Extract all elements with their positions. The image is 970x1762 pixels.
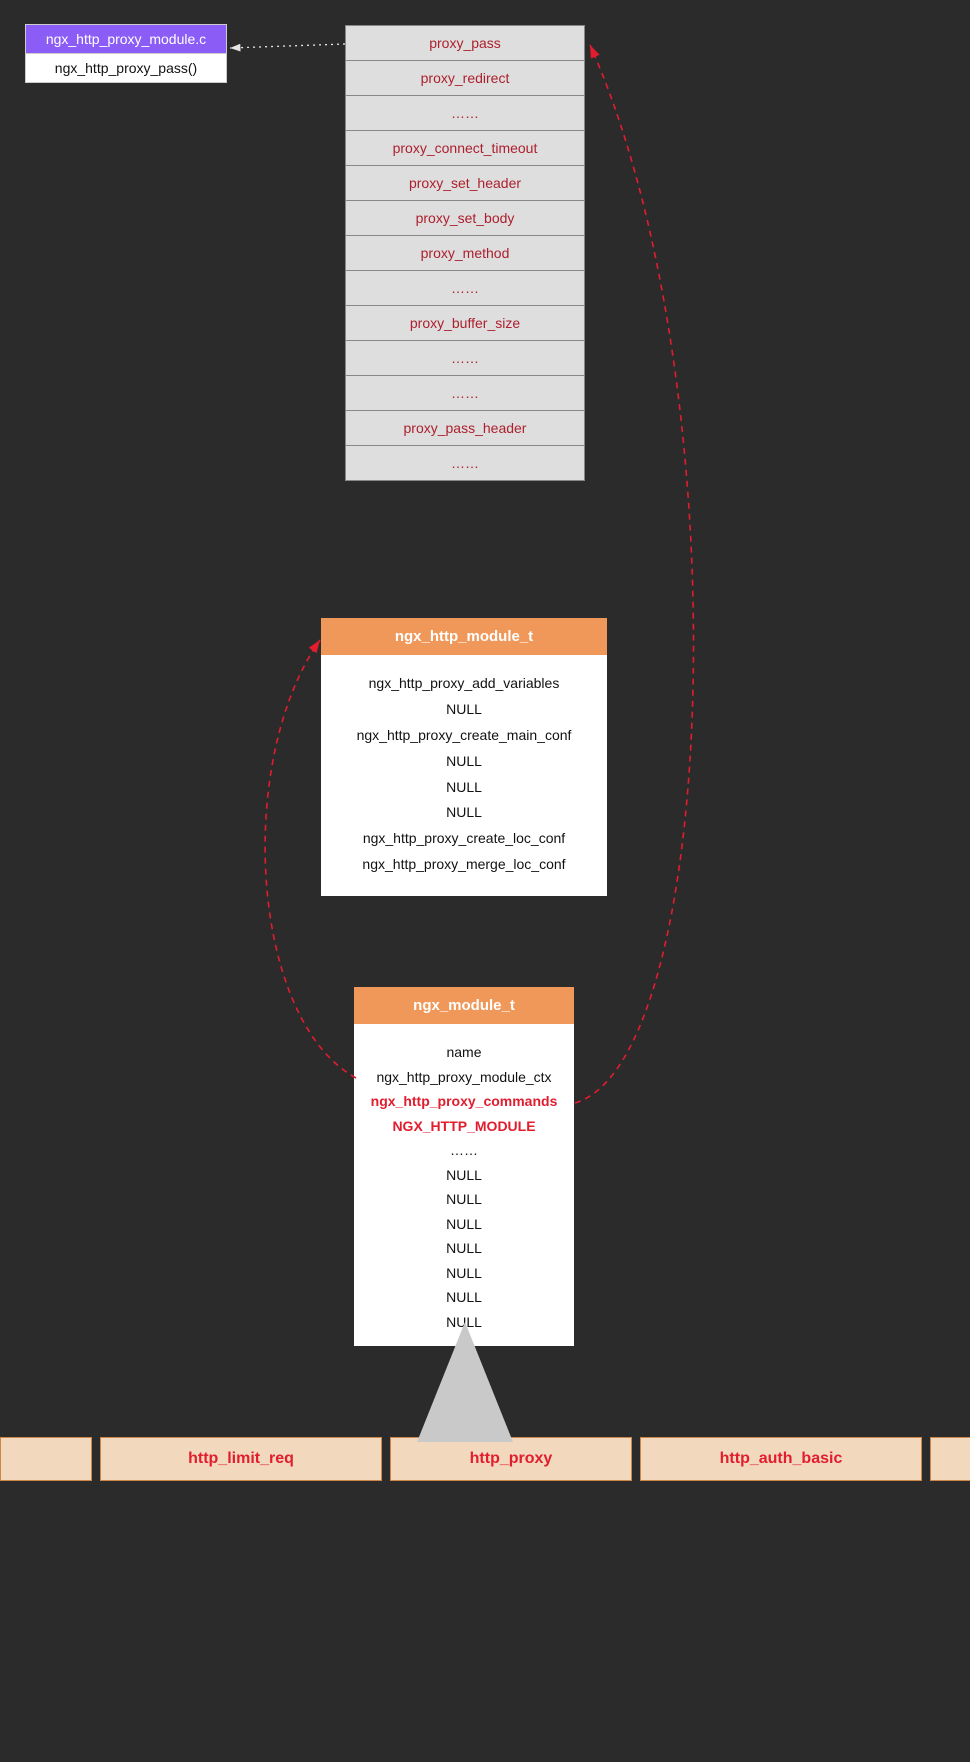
module-t-row: NULL [364,1261,564,1286]
http-module-row: NULL [331,800,597,826]
arrow-proxy-pass-to-file [230,44,345,48]
module-bar-item: http_auth_basic [640,1437,922,1481]
http-module-row: ngx_http_proxy_create_loc_conf [331,826,597,852]
file-function-row: ngx_http_proxy_pass() [26,53,226,82]
module-bar-item: http_limit_req [100,1437,382,1481]
http-module-t-box: ngx_http_module_t ngx_http_proxy_add_var… [321,618,607,896]
module-t-row: NULL [364,1187,564,1212]
modules-bar: http_limit_reqhttp_proxyhttp_auth_basic [0,1437,970,1481]
command-cell: …… [345,375,585,411]
file-module-box: ngx_http_proxy_module.c ngx_http_proxy_p… [25,24,227,83]
command-cell: proxy_set_header [345,165,585,201]
command-cell: proxy_connect_timeout [345,130,585,166]
command-cell: proxy_redirect [345,60,585,96]
module-t-row: NULL [364,1236,564,1261]
module-t-title: ngx_module_t [354,987,574,1024]
module-t-row: NULL [364,1310,564,1335]
module-t-row: NGX_HTTP_MODULE [364,1114,564,1139]
module-t-row: …… [364,1138,564,1163]
module-t-row: NULL [364,1285,564,1310]
http-module-row: ngx_http_proxy_add_variables [331,671,597,697]
arrow-commands-to-list [575,45,694,1103]
module-bar-item [0,1437,92,1481]
http-module-t-title: ngx_http_module_t [321,618,607,655]
module-t-body: namengx_http_proxy_module_ctxngx_http_pr… [354,1024,574,1346]
module-bar-item [930,1437,970,1481]
module-t-row: NULL [364,1163,564,1188]
http-module-row: ngx_http_proxy_merge_loc_conf [331,852,597,878]
http-module-row: NULL [331,697,597,723]
http-module-row: NULL [331,749,597,775]
command-cell: proxy_pass [345,25,585,61]
command-cell: proxy_buffer_size [345,305,585,341]
command-cell: …… [345,340,585,376]
command-cell: …… [345,270,585,306]
module-t-row: ngx_http_proxy_commands [364,1089,564,1114]
command-cell: …… [345,445,585,481]
module-bar-item: http_proxy [390,1437,632,1481]
module-t-box: ngx_module_t namengx_http_proxy_module_c… [354,987,574,1346]
command-cell: proxy_set_body [345,200,585,236]
file-name-header: ngx_http_proxy_module.c [26,25,226,53]
command-cell: proxy_pass_header [345,410,585,446]
http-module-t-body: ngx_http_proxy_add_variablesNULLngx_http… [321,655,607,896]
command-cell: proxy_method [345,235,585,271]
command-cell: …… [345,95,585,131]
proxy-commands-list: proxy_passproxy_redirect……proxy_connect_… [345,26,585,481]
module-t-row: name [364,1040,564,1065]
http-module-row: NULL [331,775,597,801]
module-t-row: NULL [364,1212,564,1237]
module-t-row: ngx_http_proxy_module_ctx [364,1065,564,1090]
http-module-row: ngx_http_proxy_create_main_conf [331,723,597,749]
